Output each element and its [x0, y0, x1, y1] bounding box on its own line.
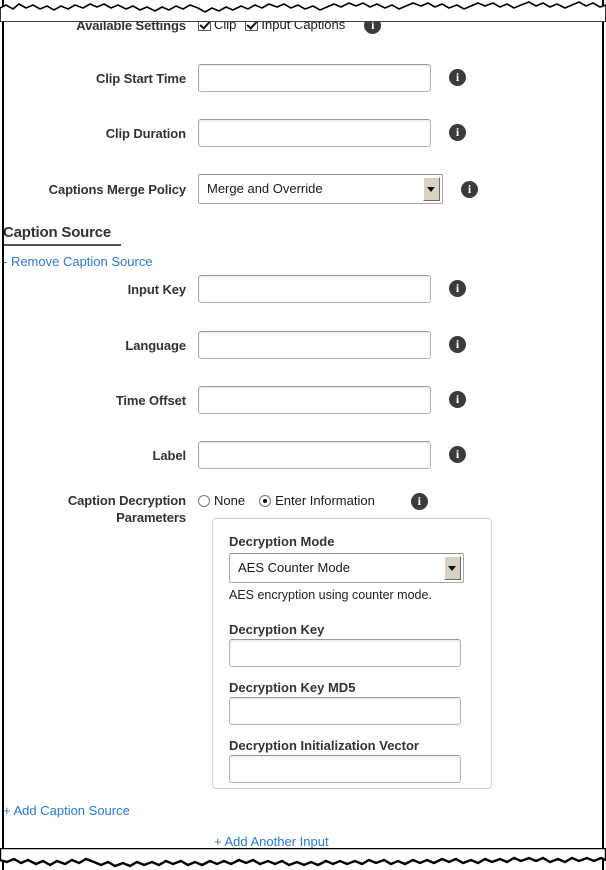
- info-icon-caption-decryption[interactable]: i: [410, 493, 428, 510]
- decryption-iv-label: Decryption Initialization Vector: [229, 738, 419, 753]
- decryption-mode-label: Decryption Mode: [229, 534, 335, 549]
- clip-start-time-input[interactable]: [198, 64, 431, 92]
- language-input[interactable]: [198, 331, 431, 359]
- add-another-input-link[interactable]: + Add Another Input: [214, 834, 329, 849]
- radio-none[interactable]: [198, 494, 210, 507]
- decryption-mode-value: AES Counter Mode: [238, 560, 351, 575]
- torn-edge-bottom: [0, 848, 606, 868]
- chevron-down-icon[interactable]: [423, 177, 440, 201]
- decryption-mode-help-text: AES encryption using counter mode.: [229, 588, 432, 602]
- caption-source-heading-rule: [3, 244, 121, 246]
- page-border-left: [2, 0, 4, 870]
- decryption-mode-select[interactable]: AES Counter Mode: [229, 553, 464, 583]
- info-icon-captions-merge-policy[interactable]: i: [461, 181, 478, 198]
- decryption-key-md5-input[interactable]: [229, 697, 461, 725]
- decryption-key-label: Decryption Key: [229, 622, 325, 637]
- caption-decryption-label-line1: Caption Decryption: [67, 493, 186, 508]
- caption-decryption-parameters-label: Caption Decryption Parameters: [0, 492, 198, 526]
- decryption-parameters-panel: Decryption Mode AES Counter Mode AES enc…: [212, 518, 492, 789]
- radio-none-label: None: [214, 493, 246, 508]
- clip-duration-input[interactable]: [198, 119, 431, 147]
- radio-enter-information[interactable]: [259, 494, 272, 507]
- torn-edge-top: [0, 1, 606, 22]
- form-page: Available Settings Clip Input Captions i…: [0, 0, 606, 870]
- clip-start-time-label: Clip Start Time: [95, 71, 186, 86]
- info-icon-input-key[interactable]: i: [449, 280, 466, 297]
- info-icon-caption-label[interactable]: i: [449, 446, 466, 463]
- info-icon-language[interactable]: i: [449, 336, 466, 353]
- chevron-down-icon-decryption-mode[interactable]: [444, 556, 461, 580]
- radio-enter-information-label: Enter Information: [275, 493, 375, 508]
- decryption-key-md5-label: Decryption Key MD5: [229, 680, 356, 695]
- add-caption-source-link[interactable]: + Add Caption Source: [3, 803, 130, 818]
- decryption-key-input[interactable]: [229, 639, 461, 667]
- caption-decryption-label-line2: Parameters: [116, 510, 186, 525]
- row-time-offset: Time Offset i: [0, 386, 606, 414]
- caption-decryption-radio-group: None Enter Information: [198, 492, 389, 508]
- time-offset-label: Time Offset: [115, 393, 186, 408]
- row-clip-duration: Clip Duration i: [0, 119, 606, 147]
- caption-label-input[interactable]: [198, 441, 431, 469]
- input-key-label: Input Key: [127, 282, 186, 297]
- decryption-iv-input[interactable]: [229, 755, 461, 783]
- remove-caption-source-link[interactable]: - Remove Caption Source: [3, 254, 153, 269]
- info-icon-time-offset[interactable]: i: [449, 391, 466, 408]
- caption-label-label: Label: [152, 448, 187, 463]
- clip-duration-label: Clip Duration: [105, 126, 186, 141]
- caption-source-heading: Caption Source: [3, 224, 112, 241]
- row-clip-start-time: Clip Start Time i: [0, 64, 606, 92]
- page-border-right: [602, 0, 604, 870]
- input-key-input[interactable]: [198, 275, 431, 303]
- language-label: Language: [125, 338, 186, 353]
- captions-merge-policy-value: Merge and Override: [207, 181, 323, 196]
- info-icon-clip-duration[interactable]: i: [449, 124, 466, 141]
- time-offset-input[interactable]: [198, 386, 431, 414]
- row-language: Language i: [0, 331, 606, 359]
- captions-merge-policy-label: Captions Merge Policy: [48, 182, 186, 197]
- info-icon-clip-start-time[interactable]: i: [449, 69, 466, 86]
- row-captions-merge-policy: Captions Merge Policy Merge and Override…: [0, 174, 606, 204]
- row-caption-label: Label i: [0, 441, 606, 469]
- row-input-key: Input Key i: [0, 275, 606, 303]
- captions-merge-policy-select[interactable]: Merge and Override: [198, 174, 443, 204]
